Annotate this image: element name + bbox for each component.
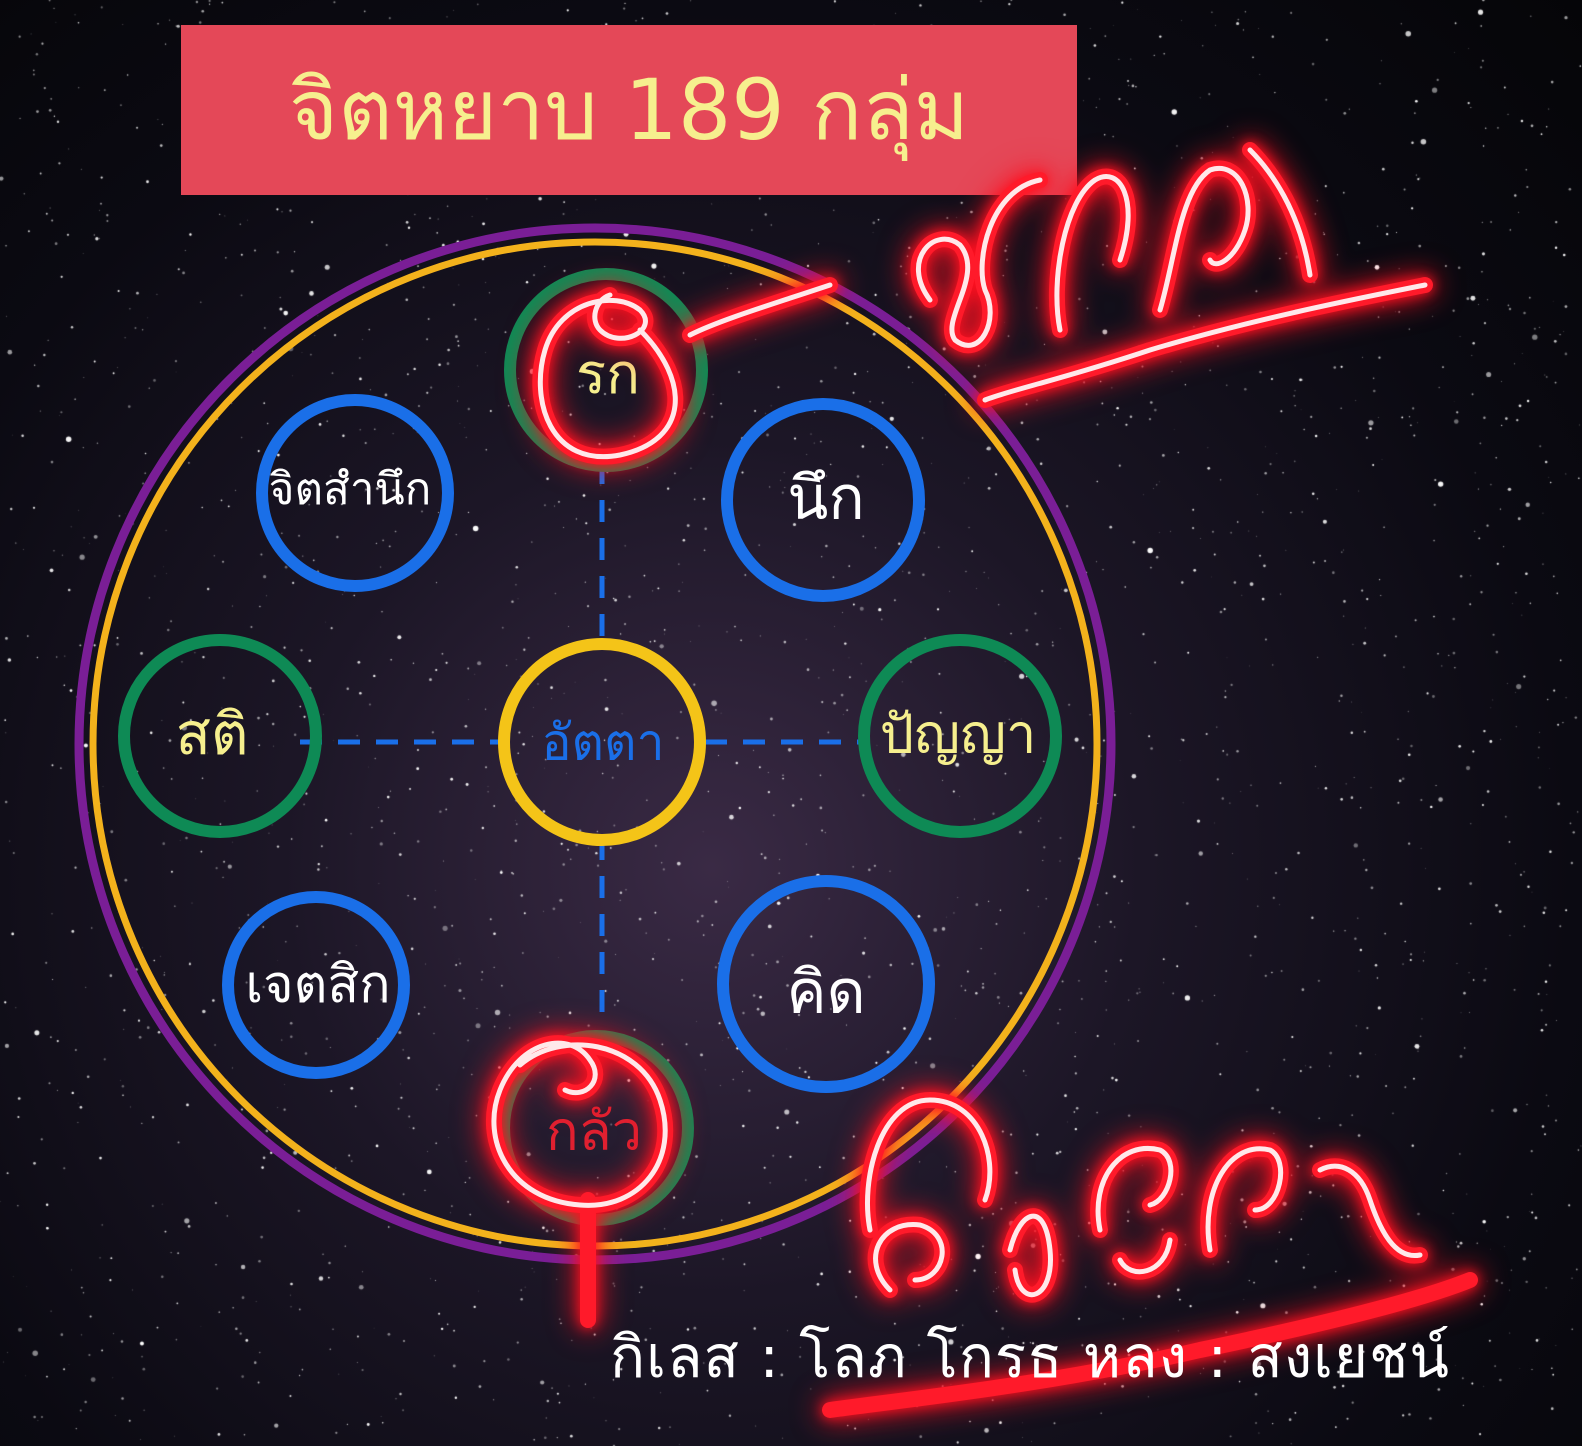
- node-khit: คิด: [717, 875, 935, 1093]
- node-jetasik-label: เจตสิก: [245, 955, 390, 1015]
- node-jetasik: เจตสิก: [222, 891, 410, 1079]
- node-nuek-label: นึก: [787, 464, 864, 534]
- kilesa-caption: กิเลส : โลภ โกรธ หลง : สงเยชน์: [610, 1323, 1450, 1391]
- node-sati: สติ: [118, 634, 322, 838]
- node-rak-label: รก: [576, 342, 640, 407]
- node-klua-label: กลัว: [546, 1100, 642, 1163]
- node-atta-label: อัตตา: [541, 714, 664, 772]
- node-panya-label: ปัญญา: [880, 703, 1037, 766]
- node-jitsamnuek: จิตสำนึก: [256, 394, 454, 592]
- node-sati-label: สติ: [175, 700, 248, 768]
- neon-annotations: [485, 142, 1478, 1418]
- annotation-script-bottom: [859, 1092, 1428, 1303]
- node-panya: ปัญญา: [858, 634, 1062, 838]
- mind-diagram: รก จิตสำนึก นึก สติ อัตตา ปัญญา เจตสิก ค…: [74, 142, 1478, 1418]
- node-jitsamnuek-label: จิตสำนึก: [269, 464, 432, 515]
- node-nuek: นึก: [721, 398, 925, 602]
- node-khit-label: คิด: [786, 958, 865, 1028]
- node-atta: อัตตา: [498, 638, 706, 846]
